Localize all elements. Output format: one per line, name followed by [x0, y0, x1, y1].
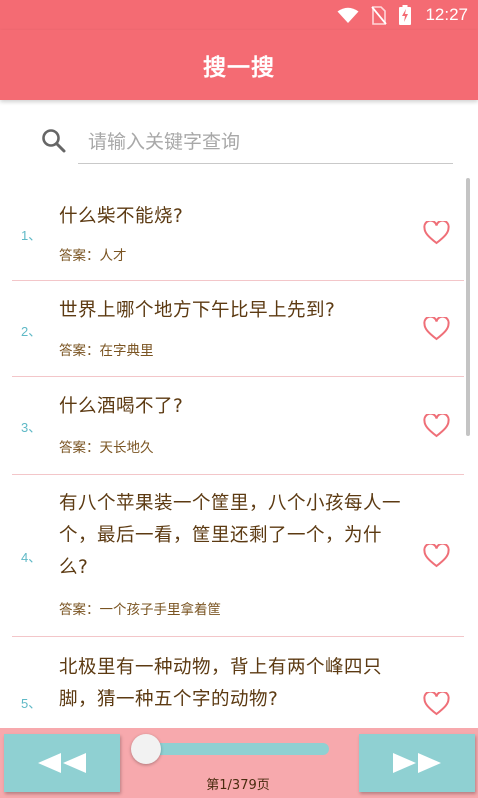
item-answer: 答案：天长地久 — [59, 440, 154, 456]
item-question: 什么柴不能烧? — [59, 206, 184, 227]
page-slider[interactable] — [146, 743, 329, 755]
previous-page-button[interactable] — [4, 734, 120, 792]
item-answer: 答案：在字典里 — [59, 343, 154, 359]
item-question: 什么酒喝不了? — [59, 396, 184, 417]
battery-charging-icon — [399, 5, 412, 25]
favorite-heart-icon[interactable] — [423, 412, 450, 442]
favorite-heart-icon[interactable] — [423, 542, 450, 572]
next-page-button[interactable] — [359, 734, 475, 792]
pager-bar: 第1/379页 — [0, 728, 478, 798]
riddle-list[interactable]: 1、 什么柴不能烧? 答案：人才 2、 世界上哪个地方下午比早上先到? 答案：在… — [0, 185, 478, 728]
page-indicator: 第1/379页 — [206, 778, 270, 793]
list-scrollbar[interactable] — [466, 178, 470, 436]
favorite-heart-icon[interactable] — [423, 690, 450, 720]
search-icon[interactable] — [41, 128, 67, 158]
item-index: 5、 — [21, 696, 42, 711]
item-index: 4、 — [21, 550, 42, 565]
list-item[interactable]: 5、 北极里有一种动物，背上有两个峰四只脚，猜一种五个字的动物? — [12, 637, 464, 728]
page-slider-thumb[interactable] — [131, 734, 161, 764]
list-item[interactable]: 4、 有八个苹果装一个筐里，八个小孩每人一个，最后一看，筐里还剩了一个，为什么?… — [12, 475, 464, 637]
page-title: 搜一搜 — [203, 55, 275, 81]
item-answer: 答案：一个孩子手里拿着筐 — [59, 602, 221, 618]
item-question: 世界上哪个地方下午比早上先到? — [59, 300, 336, 321]
app-bar: 搜一搜 — [0, 30, 478, 100]
list-item[interactable]: 2、 世界上哪个地方下午比早上先到? 答案：在字典里 — [12, 281, 464, 377]
status-bar: 12:27 — [0, 0, 478, 30]
list-item[interactable]: 3、 什么酒喝不了? 答案：天长地久 — [12, 377, 464, 475]
status-icons: 12:27 — [337, 4, 468, 26]
wifi-icon — [337, 7, 359, 24]
favorite-heart-icon[interactable] — [423, 315, 450, 345]
list-item[interactable]: 1、 什么柴不能烧? 答案：人才 — [12, 185, 464, 281]
item-question: 北极里有一种动物，背上有两个峰四只脚，猜一种五个字的动物? — [59, 657, 383, 710]
no-sim-icon — [371, 5, 388, 25]
status-time: 12:27 — [425, 5, 468, 24]
item-question: 有八个苹果装一个筐里，八个小孩每人一个，最后一看，筐里还剩了一个，为什么? — [59, 493, 402, 578]
favorite-heart-icon[interactable] — [423, 219, 450, 249]
item-index: 1、 — [21, 228, 42, 243]
item-answer: 答案：人才 — [59, 248, 127, 264]
item-index: 2、 — [21, 324, 42, 339]
search-input[interactable] — [78, 120, 453, 164]
search-bar — [0, 110, 478, 174]
item-index: 3、 — [21, 420, 42, 435]
